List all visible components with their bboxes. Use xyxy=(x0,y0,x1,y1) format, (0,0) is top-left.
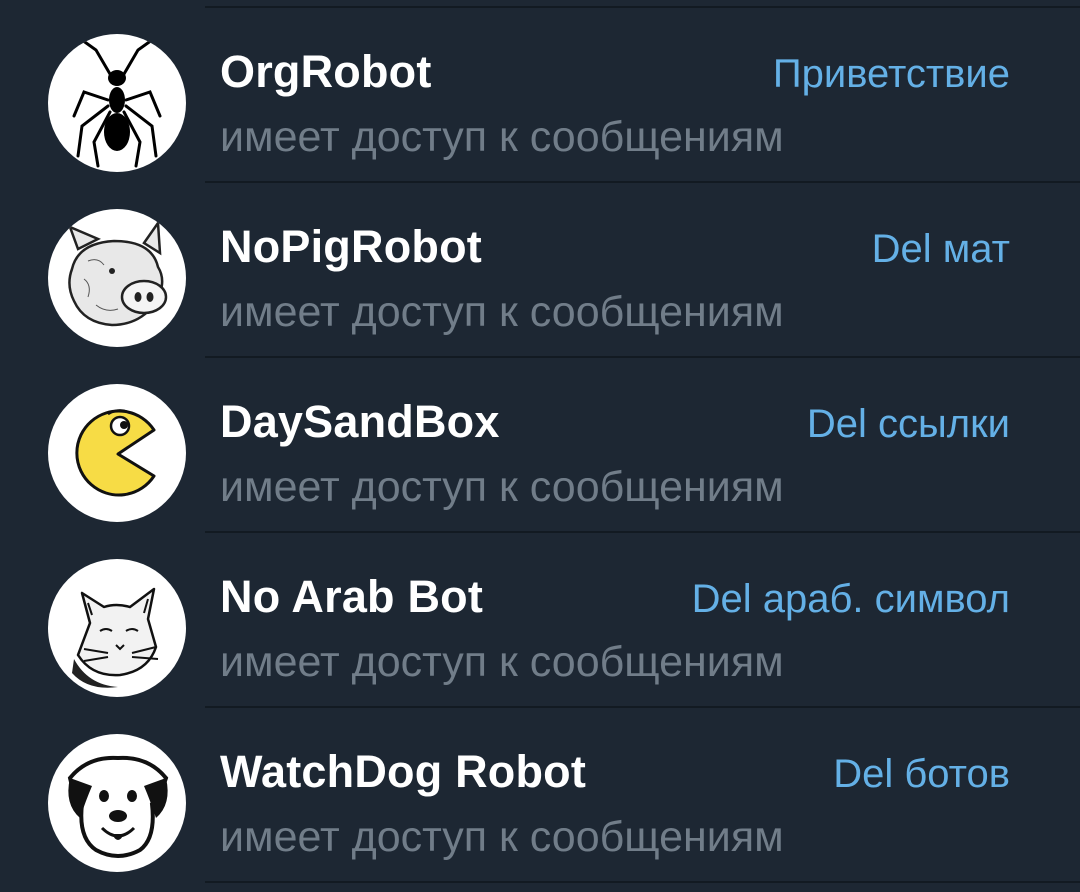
bot-member-list: OrgRobot имеет доступ к сообщениям Приве… xyxy=(0,0,1080,892)
avatar[interactable] xyxy=(48,384,186,522)
member-name: NoPigRobot xyxy=(220,221,482,272)
cat-icon xyxy=(72,587,159,688)
member-role: Del ссылки xyxy=(806,402,1010,446)
member-role: Приветствие xyxy=(772,52,1010,96)
member-row-nopigrobot[interactable]: NoPigRobot имеет доступ к сообщениям Del… xyxy=(0,183,1080,358)
divider xyxy=(205,881,1080,883)
member-name: OrgRobot xyxy=(220,46,432,97)
member-name: No Arab Bot xyxy=(220,571,484,622)
member-role: Del араб. символ xyxy=(691,577,1010,621)
avatar[interactable] xyxy=(48,559,186,697)
member-row-daysandbox[interactable]: DaySandBox имеет доступ к сообщениям Del… xyxy=(0,358,1080,533)
member-row-no-arab-bot[interactable]: No Arab Bot имеет доступ к сообщениям De… xyxy=(0,533,1080,708)
pig-icon xyxy=(67,219,168,327)
pacman-icon xyxy=(75,409,156,497)
member-status: имеет доступ к сообщениям xyxy=(220,463,784,511)
avatar[interactable] xyxy=(48,34,186,172)
avatar[interactable] xyxy=(48,209,186,347)
member-row-watchdog-robot[interactable]: WatchDog Robot имеет доступ к сообщениям… xyxy=(0,708,1080,883)
dog-icon xyxy=(67,755,169,858)
member-row-orgrobot[interactable]: OrgRobot имеет доступ к сообщениям Приве… xyxy=(0,8,1080,183)
member-status: имеет доступ к сообщениям xyxy=(220,813,784,861)
member-status: имеет доступ к сообщениям xyxy=(220,638,784,686)
avatar[interactable] xyxy=(48,734,186,872)
member-status: имеет доступ к сообщениям xyxy=(220,288,784,336)
member-status: имеет доступ к сообщениям xyxy=(220,113,784,161)
member-name: DaySandBox xyxy=(220,396,500,447)
member-name: WatchDog Robot xyxy=(220,746,587,797)
member-role: Del мат xyxy=(871,227,1010,271)
ant-icon xyxy=(72,38,162,168)
member-role: Del ботов xyxy=(833,752,1010,796)
